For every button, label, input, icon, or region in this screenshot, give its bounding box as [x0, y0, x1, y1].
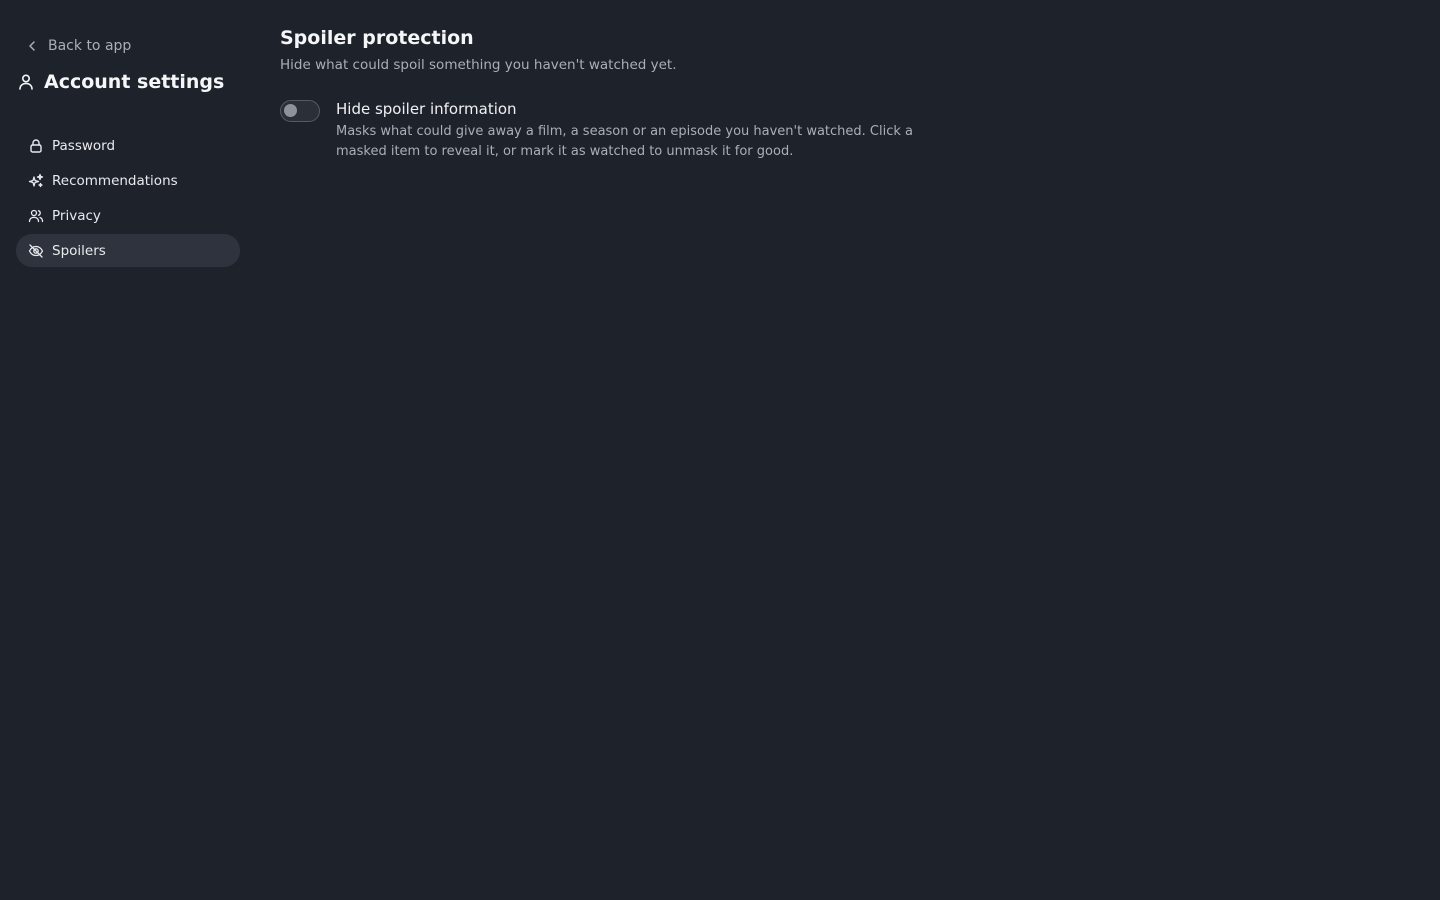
sparkles-icon	[28, 173, 44, 189]
page-subtitle: Hide what could spoil something you have…	[280, 57, 677, 73]
setting-hide-spoilers: Hide spoiler information Masks what coul…	[280, 98, 980, 162]
eye-off-icon	[28, 243, 44, 259]
users-icon	[28, 208, 44, 224]
hide-spoilers-toggle[interactable]	[280, 100, 320, 122]
back-to-app-label: Back to app	[48, 38, 132, 54]
back-to-app-link[interactable]: Back to app	[24, 35, 131, 57]
account-settings-label: Account settings	[44, 71, 225, 93]
sidebar-item-password[interactable]: Password	[16, 129, 240, 162]
sidebar-item-spoilers[interactable]: Spoilers	[16, 234, 240, 267]
sidebar-item-label: Password	[52, 137, 116, 154]
chevron-left-icon	[24, 38, 40, 54]
user-icon	[16, 72, 36, 92]
sidebar-item-privacy[interactable]: Privacy	[16, 199, 240, 232]
main-content: Spoiler protection Hide what could spoil…	[280, 24, 980, 162]
lock-icon	[28, 138, 44, 154]
sidebar: Back to app Account settings Password Re…	[0, 0, 256, 900]
account-settings-title: Account settings	[16, 66, 224, 98]
setting-label: Hide spoiler information	[336, 100, 517, 118]
setting-text: Hide spoiler information Masks what coul…	[336, 98, 936, 162]
sidebar-item-label: Spoilers	[52, 242, 106, 259]
page-title: Spoiler protection	[280, 27, 474, 49]
sidebar-item-recommendations[interactable]: Recommendations	[16, 164, 240, 197]
settings-nav: Password Recommendations Privacy Spoiler…	[16, 129, 240, 269]
sidebar-item-label: Privacy	[52, 207, 101, 224]
toggle-knob	[284, 104, 297, 117]
setting-description: Masks what could give away a film, a sea…	[336, 124, 914, 159]
sidebar-item-label: Recommendations	[52, 172, 178, 189]
settings-page: Back to app Account settings Password Re…	[0, 0, 1440, 900]
